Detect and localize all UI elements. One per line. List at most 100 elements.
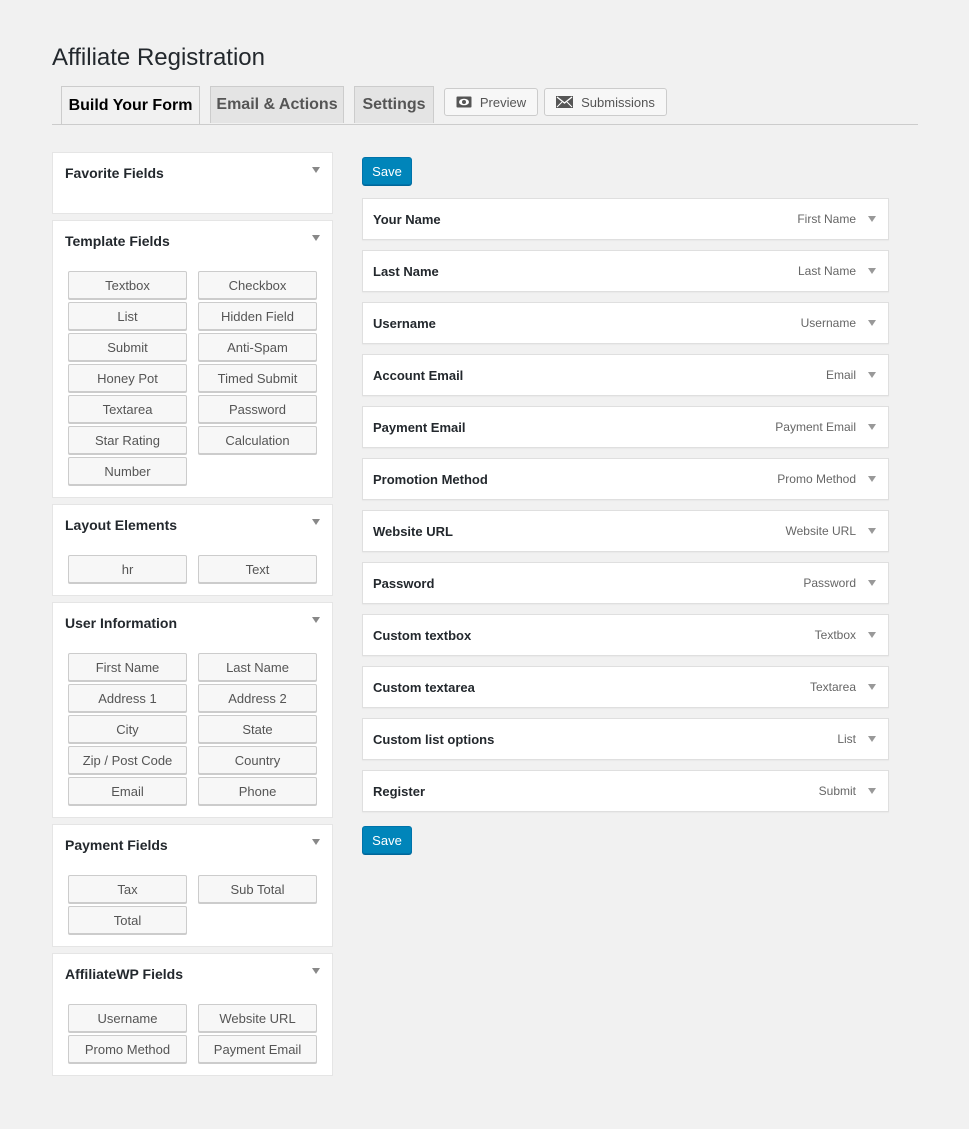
field-button-text[interactable]: Text (198, 555, 317, 583)
tab-build-your-form[interactable]: Build Your Form (61, 86, 200, 124)
form-field-row[interactable]: Register Submit (362, 770, 889, 812)
payment-fields-title: Payment Fields (65, 837, 168, 853)
triangle-down-icon[interactable] (868, 632, 876, 638)
form-field-label: Account Email (373, 367, 464, 383)
triangle-down-icon[interactable] (868, 268, 876, 274)
template-fields-title: Template Fields (65, 233, 170, 249)
field-button-username[interactable]: Username (68, 1004, 187, 1032)
field-button-zip[interactable]: Zip / Post Code (68, 746, 187, 774)
field-button-honey-pot[interactable]: Honey Pot (68, 364, 187, 392)
form-field-row[interactable]: Last Name Last Name (362, 250, 889, 292)
field-button-sub-total[interactable]: Sub Total (198, 875, 317, 903)
triangle-down-icon[interactable] (868, 476, 876, 482)
field-button-country[interactable]: Country (198, 746, 317, 774)
user-information-list: First Name Last Name Address 1 Address 2… (53, 641, 332, 817)
field-button-tax[interactable]: Tax (68, 875, 187, 903)
affiliatewp-fields-header[interactable]: AffiliateWP Fields (53, 954, 332, 992)
preview-button[interactable]: Preview (444, 88, 538, 116)
layout-elements-header[interactable]: Layout Elements (53, 505, 332, 543)
field-button-total[interactable]: Total (68, 906, 187, 934)
tab-settings[interactable]: Settings (354, 86, 434, 123)
preview-label: Preview (479, 94, 527, 110)
field-button-password[interactable]: Password (198, 395, 317, 423)
triangle-down-icon[interactable] (312, 235, 320, 241)
field-button-timed-submit[interactable]: Timed Submit (198, 364, 317, 392)
form-field-type: Textarea (809, 680, 856, 694)
triangle-down-icon[interactable] (312, 968, 320, 974)
affiliatewp-fields-title: AffiliateWP Fields (65, 966, 183, 982)
form-field-row[interactable]: Website URL Website URL (362, 510, 889, 552)
triangle-down-icon[interactable] (312, 519, 320, 525)
form-field-row[interactable]: Custom textbox Textbox (362, 614, 889, 656)
triangle-down-icon[interactable] (312, 617, 320, 623)
form-field-type: Password (803, 576, 856, 590)
field-sidebar: Favorite Fields Template Fields Textbox … (52, 152, 333, 1082)
form-field-type: Textbox (814, 628, 856, 642)
form-field-label: Website URL (373, 523, 453, 539)
triangle-down-icon[interactable] (868, 684, 876, 690)
page-title: Affiliate Registration (52, 44, 265, 71)
triangle-down-icon[interactable] (868, 320, 876, 326)
favorite-fields-header[interactable]: Favorite Fields (53, 153, 332, 191)
form-field-row[interactable]: Promotion Method Promo Method (362, 458, 889, 500)
field-button-email[interactable]: Email (68, 777, 187, 805)
field-button-star-rating[interactable]: Star Rating (68, 426, 187, 454)
form-field-label: Payment Email (373, 419, 466, 435)
field-button-anti-spam[interactable]: Anti-Spam (198, 333, 317, 361)
field-button-state[interactable]: State (198, 715, 317, 743)
field-button-first-name[interactable]: First Name (68, 653, 187, 681)
submissions-button[interactable]: Submissions (544, 88, 667, 116)
triangle-down-icon[interactable] (868, 372, 876, 378)
triangle-down-icon[interactable] (312, 167, 320, 173)
form-field-row[interactable]: Username Username (362, 302, 889, 344)
field-button-phone[interactable]: Phone (198, 777, 317, 805)
field-button-last-name[interactable]: Last Name (198, 653, 317, 681)
field-button-submit[interactable]: Submit (68, 333, 187, 361)
triangle-down-icon[interactable] (868, 216, 876, 222)
triangle-down-icon[interactable] (312, 839, 320, 845)
form-field-label: Custom textarea (373, 679, 475, 695)
field-button-website-url[interactable]: Website URL (198, 1004, 317, 1032)
triangle-down-icon[interactable] (868, 528, 876, 534)
field-button-textarea[interactable]: Textarea (68, 395, 187, 423)
field-button-number[interactable]: Number (68, 457, 187, 485)
field-button-checkbox[interactable]: Checkbox (198, 271, 317, 299)
form-field-row[interactable]: Password Password (362, 562, 889, 604)
form-field-label: Register (373, 783, 426, 799)
field-button-hidden-field[interactable]: Hidden Field (198, 302, 317, 330)
field-button-list[interactable]: List (68, 302, 187, 330)
field-button-payment-email[interactable]: Payment Email (198, 1035, 317, 1063)
form-field-label: Your Name (373, 211, 441, 227)
form-field-row[interactable]: Custom textarea Textarea (362, 666, 889, 708)
field-button-promo-method[interactable]: Promo Method (68, 1035, 187, 1063)
form-field-row[interactable]: Account Email Email (362, 354, 889, 396)
triangle-down-icon[interactable] (868, 736, 876, 742)
field-button-hr[interactable]: hr (68, 555, 187, 583)
template-fields-box: Template Fields Textbox Checkbox List Hi… (52, 220, 333, 498)
triangle-down-icon[interactable] (868, 580, 876, 586)
field-button-calculation[interactable]: Calculation (198, 426, 317, 454)
triangle-down-icon[interactable] (868, 788, 876, 794)
triangle-down-icon[interactable] (868, 424, 876, 430)
template-fields-list: Textbox Checkbox List Hidden Field Submi… (53, 259, 332, 497)
field-button-city[interactable]: City (68, 715, 187, 743)
affiliatewp-fields-box: AffiliateWP Fields Username Website URL … (52, 953, 333, 1076)
user-information-title: User Information (65, 615, 178, 631)
form-field-row[interactable]: Payment Email Payment Email (362, 406, 889, 448)
form-field-type: First Name (797, 212, 856, 226)
save-button-top[interactable]: Save (362, 157, 412, 185)
form-field-label: Custom list options (373, 731, 495, 747)
user-information-header[interactable]: User Information (53, 603, 332, 641)
field-button-address-2[interactable]: Address 2 (198, 684, 317, 712)
form-field-row[interactable]: Custom list options List (362, 718, 889, 760)
layout-elements-title: Layout Elements (65, 517, 178, 533)
save-button-bottom[interactable]: Save (362, 826, 412, 854)
form-field-label: Password (373, 575, 435, 591)
submissions-label: Submissions (581, 94, 655, 110)
field-button-address-1[interactable]: Address 1 (68, 684, 187, 712)
template-fields-header[interactable]: Template Fields (53, 221, 332, 259)
payment-fields-header[interactable]: Payment Fields (53, 825, 332, 863)
form-field-row[interactable]: Your Name First Name (362, 198, 889, 240)
tab-email-actions[interactable]: Email & Actions (210, 86, 344, 123)
field-button-textbox[interactable]: Textbox (68, 271, 187, 299)
